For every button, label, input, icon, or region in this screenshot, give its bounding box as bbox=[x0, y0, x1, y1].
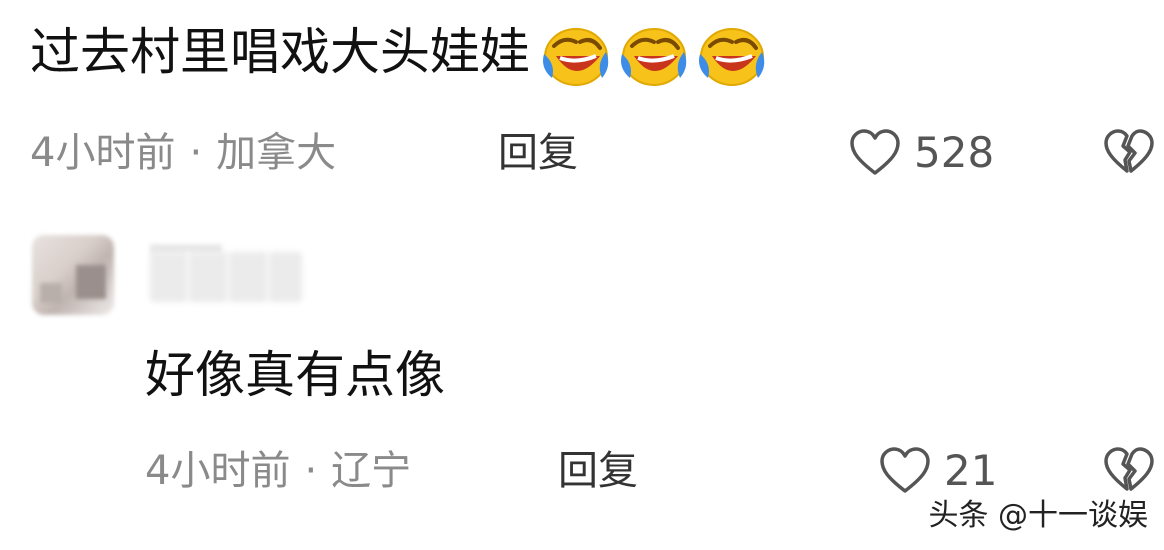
dislike-button[interactable] bbox=[1102, 128, 1156, 178]
comment-time: 4小时前 bbox=[145, 448, 291, 494]
meta-separator: · bbox=[304, 448, 318, 494]
avatar[interactable] bbox=[32, 235, 114, 315]
broken-heart-icon bbox=[1104, 129, 1154, 173]
comment-text: 过去村里唱戏大头娃娃 bbox=[30, 22, 768, 88]
comment-meta: 4小时前 · 辽宁 bbox=[145, 446, 411, 496]
watermark: 头条 @十一谈娱 bbox=[928, 498, 1148, 533]
laugh-cry-emoji-icon bbox=[538, 24, 612, 88]
like-count: 528 bbox=[914, 128, 995, 177]
comment-body: 过去村里唱戏大头娃娃 bbox=[30, 23, 530, 81]
like-count: 21 bbox=[944, 446, 998, 495]
emoji-row bbox=[534, 23, 768, 89]
heart-outline-icon bbox=[880, 447, 930, 493]
laugh-cry-emoji-icon bbox=[616, 24, 690, 88]
broken-heart-icon bbox=[1104, 447, 1154, 491]
heart-outline-icon bbox=[850, 129, 900, 175]
username-blurred[interactable] bbox=[150, 252, 302, 302]
comment-time: 4小时前 bbox=[30, 130, 176, 176]
laugh-cry-emoji-icon bbox=[694, 24, 768, 88]
comment-location: 辽宁 bbox=[331, 448, 412, 494]
meta-separator: · bbox=[189, 130, 203, 176]
reply-button[interactable]: 回复 bbox=[498, 128, 578, 178]
like-button[interactable]: 528 bbox=[848, 128, 994, 178]
like-button[interactable]: 21 bbox=[878, 446, 997, 496]
comment-meta: 4小时前 · 加拿大 bbox=[30, 128, 336, 178]
comment-text: 好像真有点像 bbox=[145, 346, 445, 404]
comment-location: 加拿大 bbox=[216, 130, 337, 176]
reply-button[interactable]: 回复 bbox=[558, 446, 638, 496]
dislike-button[interactable] bbox=[1102, 446, 1156, 496]
